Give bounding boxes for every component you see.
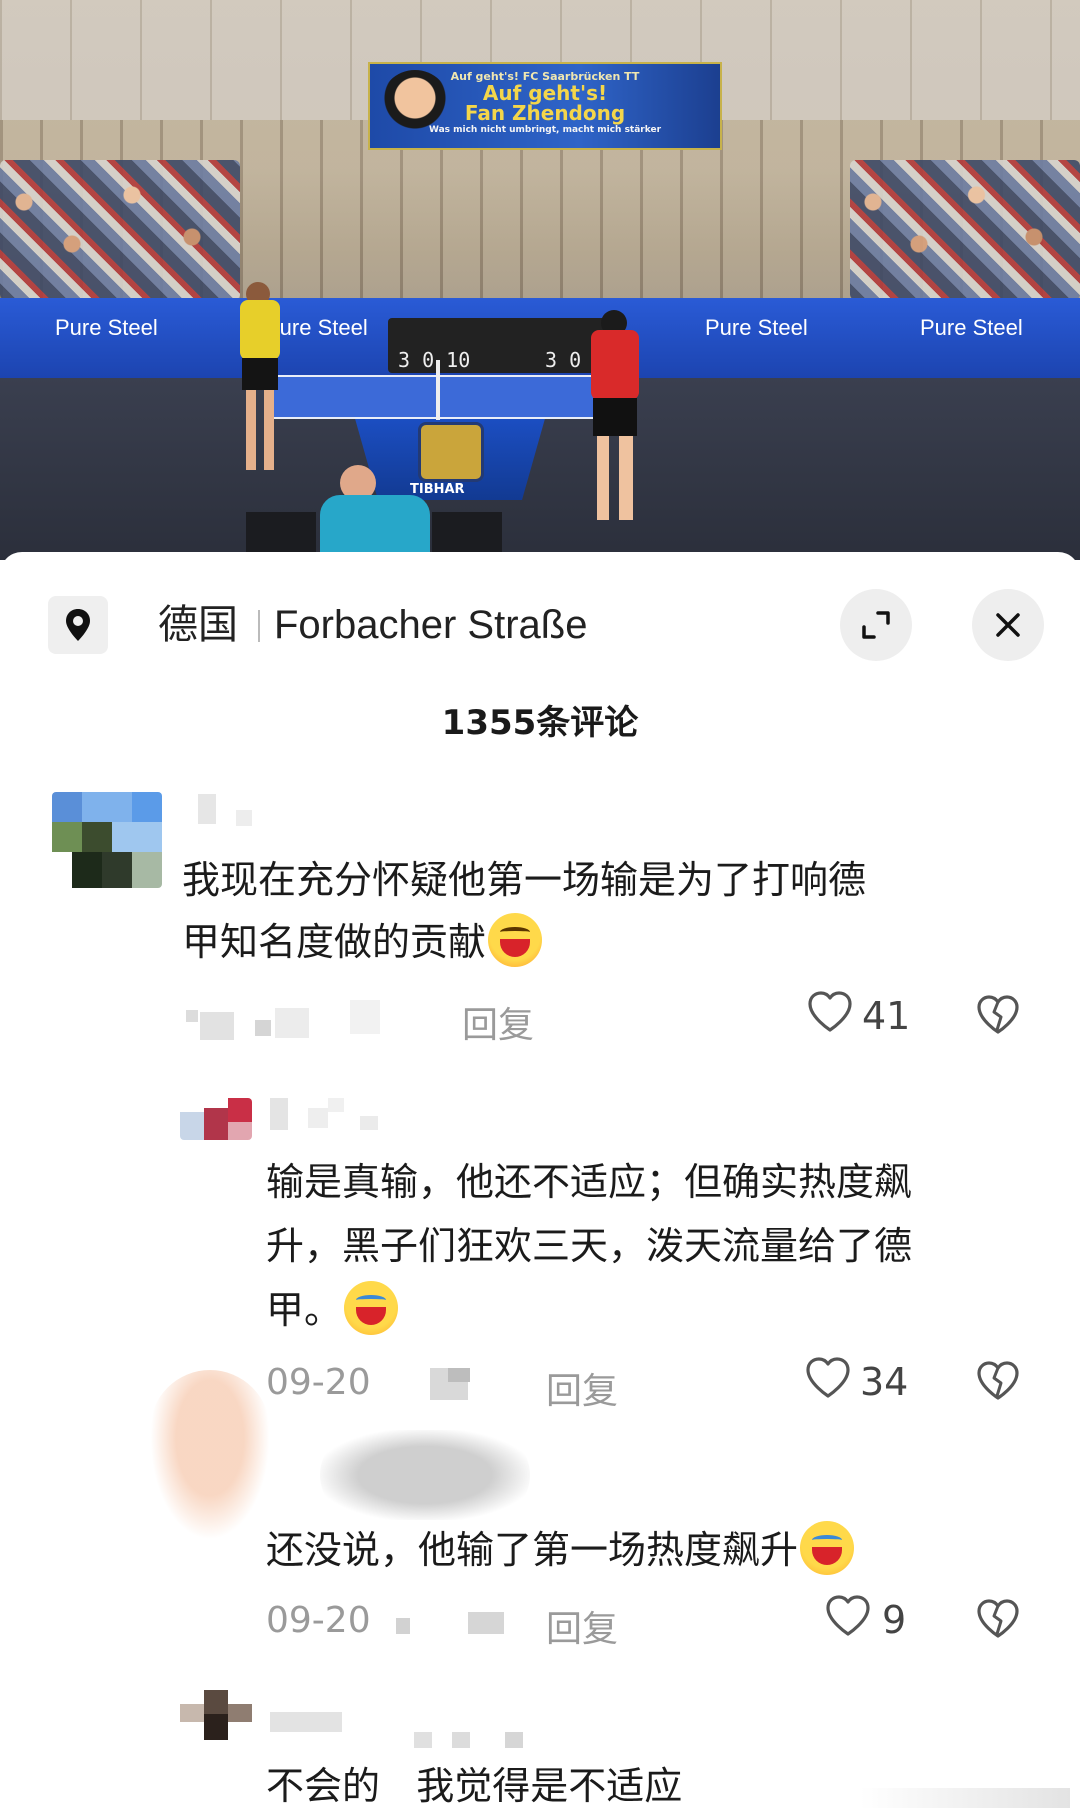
match-photo[interactable]: Auf geht's! FC Saarbrücken TT Auf geht's…: [0, 0, 1080, 560]
comment-text-line: 还没说，他输了第一场热度飙升: [266, 1528, 799, 1572]
score-right: 3 0: [545, 348, 582, 372]
comment-text-line: 升，黑子们狂欢三天，泼天流量给了德: [266, 1224, 913, 1268]
comment-text-line: 输是真输，他还不适应；但确实热度飙: [266, 1160, 913, 1204]
meta-blurred: [468, 1612, 504, 1634]
location-button[interactable]: [48, 596, 108, 654]
comment-text-line: 甲知名度做的贡献: [182, 912, 543, 972]
like-count: 9: [882, 1598, 907, 1642]
username-blurred: [360, 1116, 378, 1130]
avatar[interactable]: [180, 1098, 252, 1140]
meta-blurred: [255, 1020, 271, 1036]
comment-text-line: 还没说，他输了第一场热度飙升: [266, 1520, 855, 1580]
comment-text-line: 不会的 我觉得是不适应: [266, 1764, 683, 1808]
location-divider: [258, 610, 260, 642]
heart-icon[interactable]: [804, 1356, 852, 1400]
comment-text-line: 甲。: [266, 1280, 399, 1340]
meta-blurred: [448, 1368, 470, 1382]
meta-blurred: [396, 1618, 410, 1634]
meta-blurred: [275, 1008, 309, 1038]
crowd-left: [0, 160, 240, 300]
emoji-cry-laugh-icon: [344, 1281, 399, 1335]
reply-button[interactable]: 回复: [546, 1600, 618, 1652]
like-count: 41: [862, 994, 911, 1038]
reply-button[interactable]: 回复: [462, 996, 534, 1048]
image-smudge: [150, 1370, 270, 1540]
avatar[interactable]: [180, 1690, 252, 1740]
location-country[interactable]: 德国: [158, 596, 238, 654]
watermark-fade: [860, 1788, 1070, 1808]
dislike-heart-icon[interactable]: [976, 994, 1020, 1036]
username-blurred: [414, 1732, 432, 1748]
username-blurred: [320, 1430, 530, 1520]
emoji-cry-laugh-icon: [800, 1521, 855, 1575]
comment-date: 09-20: [266, 1600, 371, 1641]
meta-blurred: [350, 1000, 380, 1034]
username-blurred: [452, 1732, 470, 1748]
username-blurred: [270, 1712, 342, 1732]
username-blurred: [198, 794, 216, 824]
expand-button[interactable]: [840, 589, 912, 661]
expand-icon: [862, 611, 890, 639]
close-button[interactable]: [972, 589, 1044, 661]
location-street[interactable]: Forbacher Straße: [274, 596, 587, 654]
dislike-heart-icon[interactable]: [976, 1360, 1020, 1402]
emoji-laugh-icon: [488, 913, 543, 967]
comment-count: 1355条评论: [441, 703, 639, 743]
comment-date: 09-20: [266, 1362, 371, 1403]
username-blurred: [328, 1098, 344, 1112]
username-blurred: [505, 1732, 523, 1748]
meta-blurred: [186, 1010, 198, 1022]
player-red: [585, 310, 645, 520]
heart-icon[interactable]: [824, 1594, 872, 1638]
meta-blurred: [200, 1012, 234, 1040]
username-blurred: [236, 810, 252, 826]
sponsor-logo: Pure Steel: [55, 315, 158, 340]
like-count: 34: [860, 1360, 909, 1404]
close-icon: [996, 613, 1020, 637]
player-yellow: [232, 282, 287, 470]
comment-text-line: 我现在充分怀疑他第一场输是为了打响德: [182, 858, 867, 902]
avatar[interactable]: [52, 792, 162, 888]
dislike-heart-icon[interactable]: [976, 1598, 1020, 1640]
banner-portrait: [380, 70, 450, 140]
score-left: 3 0 10: [398, 348, 471, 372]
sponsor-logo: Pure Steel: [920, 315, 1023, 340]
comment-text-line: 甲知名度做的贡献: [182, 920, 487, 964]
reply-button[interactable]: 回复: [546, 1362, 618, 1414]
crowd-right: [850, 160, 1080, 300]
heart-icon[interactable]: [806, 990, 854, 1034]
umpire: [320, 465, 430, 560]
comment-text-line: 甲。: [266, 1288, 343, 1332]
username-blurred: [270, 1098, 288, 1130]
location-pin-icon: [66, 609, 90, 641]
username-blurred: [308, 1108, 328, 1128]
table-net: [436, 360, 440, 420]
sponsor-logo: Pure Steel: [705, 315, 808, 340]
